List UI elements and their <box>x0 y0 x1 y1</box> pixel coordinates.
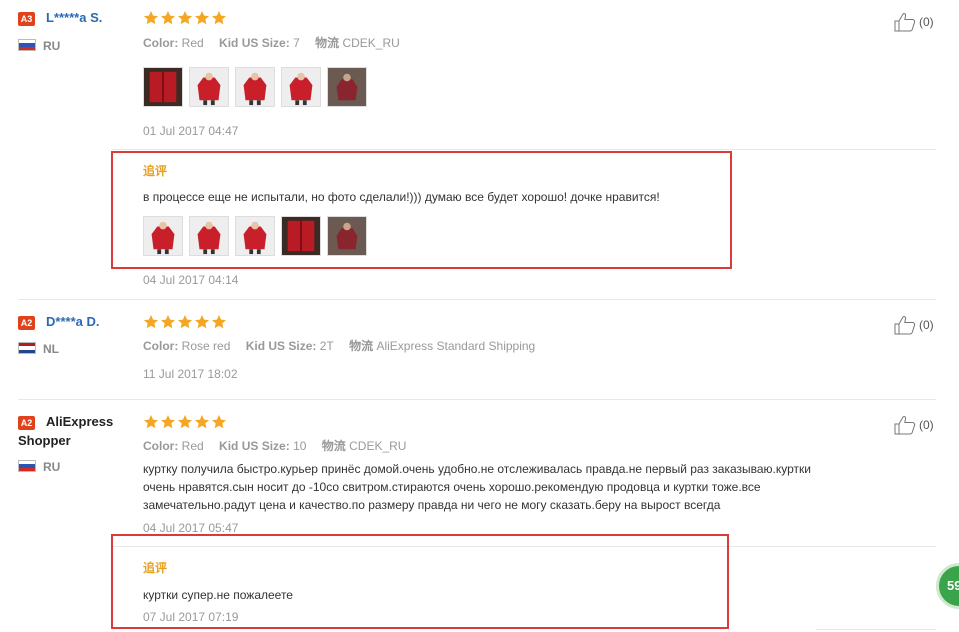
reviewer-name[interactable]: L*****a S. <box>46 10 102 25</box>
color-value: Rose red <box>181 339 231 353</box>
level-badge: A2 <box>18 416 35 430</box>
review-text-line: куртку получила быстро.курьер принёс дом… <box>143 462 811 476</box>
color-value: Red <box>181 36 204 50</box>
star-icon <box>194 10 210 26</box>
photo-jacket-icon <box>282 68 320 106</box>
flag-nl-icon <box>18 342 36 354</box>
chat-bubble[interactable]: 59 <box>936 563 959 609</box>
review-photo[interactable] <box>189 67 229 107</box>
size-value: 2T <box>319 339 334 353</box>
chat-count: 59 <box>947 578 959 593</box>
helpful-button[interactable]: (0) <box>894 12 934 32</box>
rating-stars <box>143 10 227 26</box>
order-info: Color: Rose red Kid US Size: 2T 物流 AliEx… <box>143 337 535 354</box>
review-photos <box>143 67 367 107</box>
star-icon <box>160 10 176 26</box>
review-divider <box>18 399 936 400</box>
star-icon <box>177 414 193 430</box>
star-icon <box>194 314 210 330</box>
rating-stars <box>143 414 227 430</box>
level-badge: A3 <box>18 12 35 26</box>
helpful-count: (0) <box>919 15 934 29</box>
star-icon <box>160 314 176 330</box>
star-icon <box>177 314 193 330</box>
review-photo[interactable] <box>281 67 321 107</box>
color-label: Color: <box>143 339 179 353</box>
star-icon <box>194 414 210 430</box>
photo-jacket-icon <box>144 68 182 106</box>
reviewer-country: NL <box>43 342 59 356</box>
photo-jacket-icon <box>190 68 228 106</box>
size-label: Kid US Size: <box>219 439 290 453</box>
highlight-box <box>111 534 729 629</box>
size-value: 10 <box>293 439 307 453</box>
review-text-line: очень нравятся.сын носит до -10со свитро… <box>143 480 761 494</box>
followup-date: 04 Jul 2017 04:14 <box>143 273 239 287</box>
reviewer-name[interactable]: AliExpress <box>46 413 113 431</box>
review-photo[interactable] <box>327 67 367 107</box>
helpful-count: (0) <box>919 418 934 432</box>
size-value: 7 <box>293 36 300 50</box>
highlight-box <box>111 151 732 269</box>
color-value: Red <box>181 439 204 453</box>
star-icon <box>211 10 227 26</box>
divider <box>112 149 936 150</box>
star-icon <box>211 414 227 430</box>
color-label: Color: <box>143 439 179 453</box>
size-label: Kid US Size: <box>219 36 290 50</box>
review-date: 11 Jul 2017 18:02 <box>143 367 238 381</box>
review-text: куртку получила быстро.курьер принёс дом… <box>143 460 923 514</box>
color-label: Color: <box>143 36 179 50</box>
review-photo[interactable] <box>143 67 183 107</box>
shipping-value: AliExpress Standard Shipping <box>376 339 536 353</box>
reviewer-country: RU <box>43 39 61 53</box>
reviewer-name[interactable]: D****a D. <box>46 314 99 329</box>
size-label: Kid US Size: <box>245 339 317 353</box>
star-icon <box>177 10 193 26</box>
review-photo[interactable] <box>235 67 275 107</box>
review-divider <box>18 299 936 300</box>
order-info: Color: Red Kid US Size: 10 物流 CDEK_RU <box>143 437 406 454</box>
star-icon <box>143 414 159 430</box>
thumbs-up-icon[interactable] <box>894 415 916 435</box>
star-icon <box>160 414 176 430</box>
star-icon <box>143 314 159 330</box>
reviewer-country: RU <box>43 460 61 474</box>
shipping-label: 物流 <box>321 439 346 453</box>
level-badge: A2 <box>18 316 35 330</box>
review-divider <box>816 629 936 630</box>
star-icon <box>211 314 227 330</box>
flag-ru-icon <box>18 39 36 51</box>
rating-stars <box>143 314 227 330</box>
shipping-label: 物流 <box>349 339 374 353</box>
shipping-value: CDEK_RU <box>342 36 400 50</box>
photo-jacket-icon <box>328 68 366 106</box>
photo-jacket-icon <box>236 68 274 106</box>
helpful-count: (0) <box>919 318 934 332</box>
flag-ru-icon <box>18 460 36 472</box>
star-icon <box>143 10 159 26</box>
order-info: Color: Red Kid US Size: 7 物流 CDEK_RU <box>143 34 400 51</box>
reviewer-name-cont[interactable]: Shopper <box>18 432 71 450</box>
helpful-button[interactable]: (0) <box>894 315 934 335</box>
thumbs-up-icon[interactable] <box>894 315 916 335</box>
shipping-label: 物流 <box>315 36 340 50</box>
review-date: 04 Jul 2017 05:47 <box>143 521 239 535</box>
review-date: 01 Jul 2017 04:47 <box>143 124 239 138</box>
shipping-value: CDEK_RU <box>349 439 407 453</box>
review-text-line: замечательно.радут цена и качество.по ра… <box>143 498 721 512</box>
helpful-button[interactable]: (0) <box>894 415 934 435</box>
thumbs-up-icon[interactable] <box>894 12 916 32</box>
